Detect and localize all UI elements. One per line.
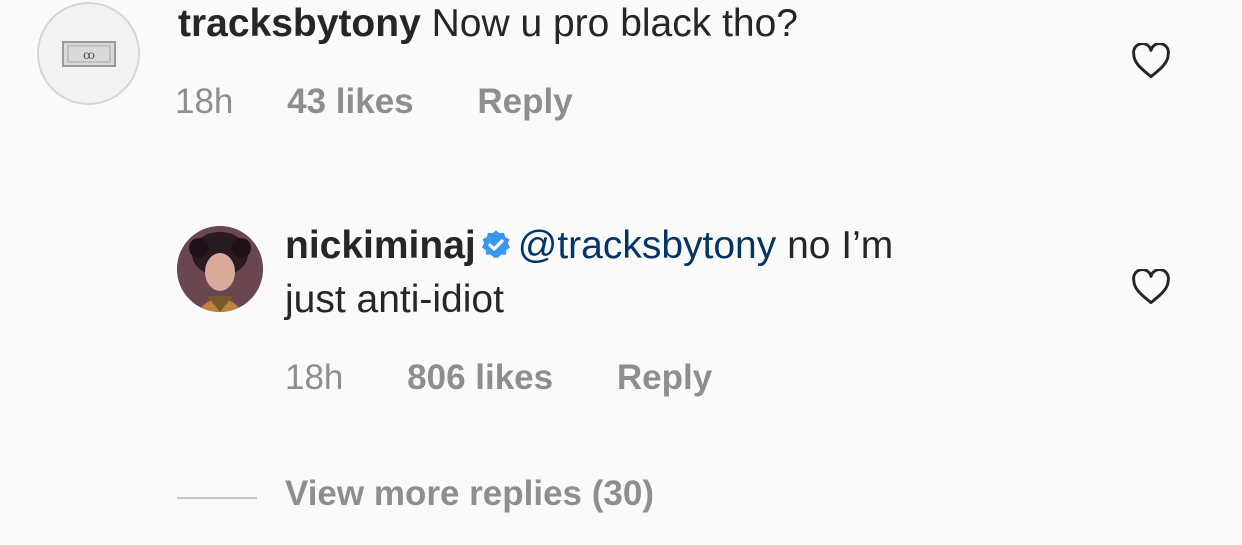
comment-body: tracksbytony Now u pro black tho? bbox=[178, 0, 798, 51]
heart-icon[interactable] bbox=[1131, 269, 1171, 305]
verified-badge-icon bbox=[481, 230, 510, 258]
avatar-nickiminaj[interactable] bbox=[177, 226, 263, 312]
comment-likes[interactable]: 806 likes bbox=[407, 358, 553, 397]
comment-time: 18h bbox=[285, 358, 344, 397]
profile-photo-avatar bbox=[177, 226, 263, 312]
avatar-tracksbytony[interactable]: ꝏ bbox=[37, 2, 140, 105]
comment-meta: 18h 43 likes Reply bbox=[175, 82, 573, 122]
view-more-replies-button[interactable]: View more replies (30) bbox=[285, 474, 654, 514]
comment-text: no I’m bbox=[787, 224, 894, 267]
svg-text:ꝏ: ꝏ bbox=[83, 48, 95, 62]
currency-bill-avatar: ꝏ bbox=[62, 41, 116, 67]
comment-likes[interactable]: 43 likes bbox=[287, 82, 414, 121]
reply-button[interactable]: Reply bbox=[617, 358, 712, 397]
comment-meta: 18h 806 likes Reply bbox=[285, 358, 712, 398]
mention-link[interactable]: @tracksbytony bbox=[518, 224, 777, 267]
reply-body-line1: nickiminaj @tracksbytony no I’m bbox=[285, 219, 893, 273]
comment-time: 18h bbox=[175, 82, 234, 121]
comment-text: Now u pro black tho? bbox=[431, 2, 798, 45]
comment-text: just anti-idiot bbox=[285, 278, 504, 321]
heart-icon[interactable] bbox=[1131, 43, 1171, 79]
replies-divider bbox=[177, 497, 257, 499]
reply-button[interactable]: Reply bbox=[477, 82, 572, 121]
reply-body-line2: just anti-idiot bbox=[285, 273, 504, 327]
comment-username[interactable]: tracksbytony bbox=[178, 2, 421, 45]
comment-username[interactable]: nickiminaj bbox=[285, 224, 476, 267]
